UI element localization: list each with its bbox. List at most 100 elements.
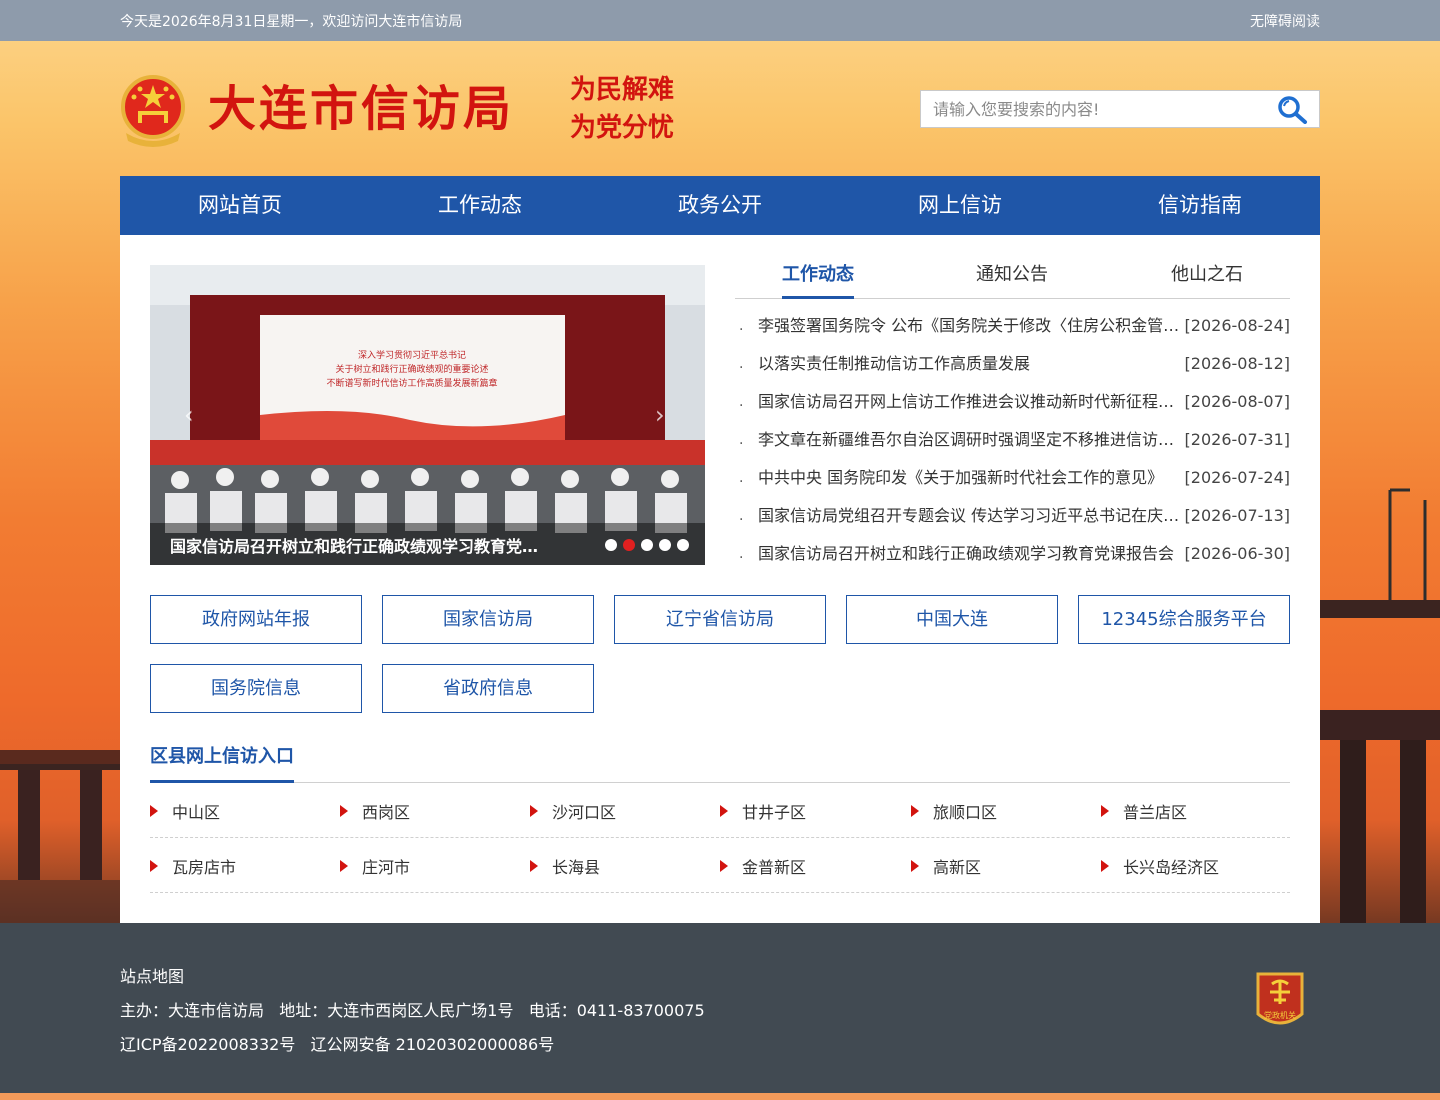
footer-icp[interactable]: 辽ICP备2022008332号 辽公网安备 21020302000086号 <box>120 1031 554 1055</box>
carousel-dot-4[interactable] <box>659 539 671 551</box>
district-name[interactable]: 庄河市 <box>362 854 410 878</box>
district-link[interactable]: 金普新区 <box>720 838 806 893</box>
banner-line-1: 深入学习贯彻习近平总书记 <box>358 349 466 361</box>
district-name[interactable]: 金普新区 <box>742 854 806 878</box>
district-link[interactable]: 西岗区 <box>340 783 410 838</box>
news-date: [2026-08-12] <box>1184 354 1290 373</box>
site-slogan: 为民解难 为党分忧 <box>570 71 674 147</box>
link-provincial-gov-info[interactable]: 省政府信息 <box>382 664 594 713</box>
carousel-dot-2[interactable] <box>623 539 635 551</box>
banner-line-2: 关于树立和践行正确政绩观的重要论述 <box>335 363 488 375</box>
nav-home[interactable]: 网站首页 <box>120 176 360 235</box>
news-item[interactable]: · 李强签署国务院令 公布《国务院关于修改〈住房公积金管理条例〉的决定》[2026… <box>735 315 1290 353</box>
link-gov-annual-report[interactable]: 政府网站年报 <box>150 595 362 644</box>
district-name[interactable]: 中山区 <box>172 799 220 823</box>
news-item[interactable]: · 国家信访局召开网上信访工作推进会议推动新时代新征程网上信访工作[2026-08… <box>735 391 1290 429</box>
triangle-bullet-icon <box>150 804 158 817</box>
news-carousel[interactable]: 深入学习贯彻习近平总书记 关于树立和践行正确政绩观的重要论述 不断谱写新时代信访… <box>150 265 705 565</box>
bottom-strip <box>0 1093 1440 1100</box>
carousel-photo: 深入学习贯彻习近平总书记 关于树立和践行正确政绩观的重要论述 不断谱写新时代信访… <box>150 265 705 565</box>
national-emblem-icon[interactable] <box>120 75 186 147</box>
district-name[interactable]: 瓦房店市 <box>172 854 236 878</box>
news-list: ·李强签署国务院令 公布《国务院关于修改〈住房公积金管理条例〉的决定》[2026… <box>735 315 1290 581</box>
triangle-bullet-icon <box>911 859 919 872</box>
tab-notices[interactable]: 通知公告 <box>976 265 1048 299</box>
triangle-bullet-icon <box>530 804 538 817</box>
news-title[interactable]: 以落实责任制推动信访工作高质量发展 <box>758 353 1180 375</box>
link-liaoning-petition-bureau[interactable]: 辽宁省信访局 <box>614 595 826 644</box>
news-item[interactable]: · 国家信访局召开树立和践行正确政绩观学习教育党课报告会 [2026-06-30] <box>735 543 1290 581</box>
bullet: · <box>739 322 744 338</box>
news-item[interactable]: · 李文章在新疆维吾尔自治区调研时强调坚定不移推进信访工作法治化[2026-07-… <box>735 429 1290 467</box>
carousel-dot-3[interactable] <box>641 539 653 551</box>
triangle-bullet-icon <box>911 804 919 817</box>
district-link[interactable]: 长海县 <box>530 838 600 893</box>
nav-gov-affairs[interactable]: 政务公开 <box>600 176 840 235</box>
news-title[interactable]: 李强签署国务院令 公布《国务院关于修改〈住房公积金管理条例〉的决定》 <box>758 315 1180 337</box>
tab-other-mountains[interactable]: 他山之石 <box>1171 265 1243 299</box>
triangle-bullet-icon <box>340 804 348 817</box>
district-name[interactable]: 普兰店区 <box>1123 799 1187 823</box>
news-title[interactable]: 国家信访局党组召开专题会议 传达学习习近平总书记在庆祝中国共产党成立重要讲话 <box>758 505 1180 527</box>
news-item[interactable]: · 以落实责任制推动信访工作高质量发展 [2026-08-12] <box>735 353 1290 391</box>
district-name[interactable]: 高新区 <box>933 854 981 878</box>
district-link[interactable]: 沙河口区 <box>530 783 616 838</box>
district-section-header: 区县网上信访入口 <box>150 743 1290 783</box>
carousel-next-icon[interactable]: › <box>655 403 671 427</box>
district-link[interactable]: 高新区 <box>911 838 981 893</box>
district-link[interactable]: 瓦房店市 <box>150 838 236 893</box>
carousel-dot-5[interactable] <box>677 539 689 551</box>
search-box <box>920 90 1320 128</box>
sitemap-link[interactable]: 站点地图 <box>120 963 184 987</box>
site-title: 大连市信访局 <box>208 81 515 137</box>
news-tabs: 工作动态 通知公告 他山之石 <box>735 265 1290 299</box>
link-12345-platform[interactable]: 12345综合服务平台 <box>1078 595 1290 644</box>
district-row-1: 中山区 西岗区 沙河口区 甘井子区 旅顺口区 普兰店区 <box>150 783 1290 838</box>
search-input[interactable] <box>921 91 1271 127</box>
link-china-dalian[interactable]: 中国大连 <box>846 595 1058 644</box>
triangle-bullet-icon <box>530 859 538 872</box>
party-govt-badge-icon[interactable]: 党政机关 <box>1254 970 1306 1034</box>
district-link[interactable]: 甘井子区 <box>720 783 806 838</box>
footer-contact: 主办：大连市信访局 地址：大连市西岗区人民广场1号 电话：0411-837000… <box>120 1001 705 1020</box>
accessibility-link[interactable]: 无障碍阅读 <box>1250 11 1320 31</box>
nav-work-news[interactable]: 工作动态 <box>360 176 600 235</box>
district-name[interactable]: 旅顺口区 <box>933 799 997 823</box>
district-name[interactable]: 甘井子区 <box>742 799 806 823</box>
district-section-title: 区县网上信访入口 <box>150 746 294 767</box>
district-name[interactable]: 长兴岛经济区 <box>1123 854 1219 878</box>
search-icon[interactable] <box>1275 94 1309 124</box>
news-title[interactable]: 国家信访局召开网上信访工作推进会议推动新时代新征程网上信访工作 <box>758 391 1180 413</box>
bullet: · <box>739 360 744 376</box>
district-link[interactable]: 中山区 <box>150 783 220 838</box>
link-national-petition-bureau[interactable]: 国家信访局 <box>382 595 594 644</box>
badge-label: 党政机关 <box>1264 1010 1296 1020</box>
bullet: · <box>739 398 744 414</box>
news-date: [2026-07-13] <box>1184 506 1290 525</box>
news-item[interactable]: · 中共中央 国务院印发《关于加强新时代社会工作的意见》 [2026-07-24] <box>735 467 1290 505</box>
district-link[interactable]: 普兰店区 <box>1101 783 1187 838</box>
main-content: 深入学习贯彻习近平总书记 关于树立和践行正确政绩观的重要论述 不断谱写新时代信访… <box>120 235 1320 923</box>
top-bar: 今天是2026年8月31日星期一，欢迎访问大连市信访局 无障碍阅读 <box>0 0 1440 41</box>
district-name[interactable]: 沙河口区 <box>552 799 616 823</box>
district-link[interactable]: 庄河市 <box>340 838 410 893</box>
news-title[interactable]: 李文章在新疆维吾尔自治区调研时强调坚定不移推进信访工作法治化 <box>758 429 1180 451</box>
nav-petition-guide[interactable]: 信访指南 <box>1080 176 1320 235</box>
district-link[interactable]: 旅顺口区 <box>911 783 997 838</box>
bullet: · <box>739 550 744 566</box>
carousel-caption[interactable]: 国家信访局召开树立和践行正确政绩观学习教育党课报告会 <box>170 533 540 557</box>
district-name[interactable]: 西岗区 <box>362 799 410 823</box>
news-title[interactable]: 国家信访局召开树立和践行正确政绩观学习教育党课报告会 <box>758 543 1180 565</box>
tab-work-news[interactable]: 工作动态 <box>782 265 854 299</box>
district-link[interactable]: 长兴岛经济区 <box>1101 838 1219 893</box>
triangle-bullet-icon <box>1101 804 1109 817</box>
news-item[interactable]: · 国家信访局党组召开专题会议 传达学习习近平总书记在庆祝中国共产党成立重要讲话[… <box>735 505 1290 543</box>
district-name[interactable]: 长海县 <box>552 854 600 878</box>
link-state-council-info[interactable]: 国务院信息 <box>150 664 362 713</box>
nav-online-petition[interactable]: 网上信访 <box>840 176 1080 235</box>
triangle-bullet-icon <box>150 859 158 872</box>
carousel-prev-icon[interactable]: ‹ <box>184 403 200 427</box>
carousel-dot-1[interactable] <box>605 539 617 551</box>
slogan-line-2: 为党分忧 <box>570 113 675 143</box>
news-title[interactable]: 中共中央 国务院印发《关于加强新时代社会工作的意见》 <box>758 467 1180 489</box>
